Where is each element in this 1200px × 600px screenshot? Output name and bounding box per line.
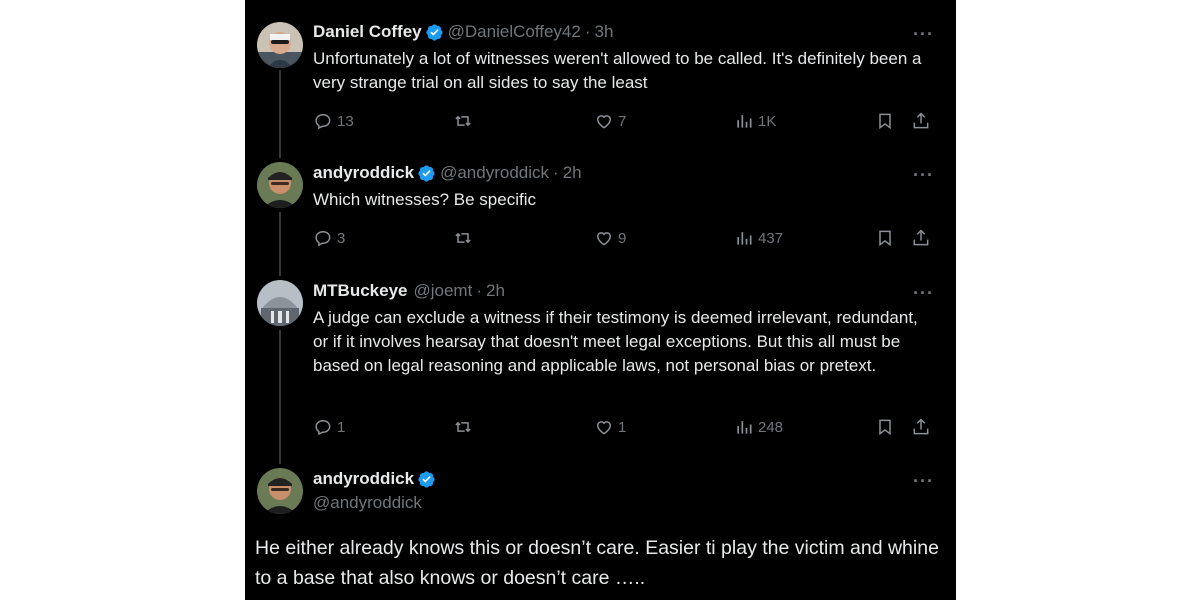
like-count: 7 — [618, 112, 627, 130]
avatar-mtbuckeye[interactable] — [257, 280, 303, 326]
main-tweet-text: He either already knows this or doesn’t … — [255, 537, 939, 589]
tweet-actions: 13 7 1K — [313, 111, 943, 135]
share-icon — [913, 418, 929, 435]
like-icon — [596, 421, 612, 435]
reply-button[interactable]: 1 — [313, 417, 345, 437]
retweet-button[interactable] — [453, 228, 477, 248]
views-button[interactable]: 1K — [734, 111, 776, 131]
reply-icon — [315, 230, 331, 247]
share-button[interactable] — [911, 111, 935, 131]
tweet-text: Which witnesses? Be specific — [313, 190, 536, 209]
verified-badge-icon — [417, 164, 436, 183]
author-handle[interactable]: @andyroddick — [440, 163, 549, 183]
tweet-header: andyroddick — [313, 469, 440, 489]
views-button[interactable]: 437 — [734, 228, 783, 248]
more-icon[interactable]: ··· — [913, 283, 934, 304]
like-count: 1 — [618, 418, 627, 436]
views-count: 437 — [758, 229, 784, 247]
reply-button[interactable]: 3 — [313, 228, 345, 248]
retweet-icon — [455, 115, 471, 127]
tweet-actions: 1 1 248 — [313, 417, 943, 441]
bookmark-icon — [879, 113, 891, 130]
author-handle[interactable]: @andyroddick — [313, 493, 422, 513]
reply-icon — [315, 113, 331, 130]
reply-tweet-andyroddick[interactable]: andyroddick @andyroddick · 2h ··· Which … — [245, 150, 956, 268]
timestamp[interactable]: 2h — [563, 163, 582, 183]
verified-badge-icon — [417, 470, 436, 489]
reply-count: 13 — [337, 112, 354, 130]
author-handle[interactable]: @joemt — [413, 281, 472, 301]
views-button[interactable]: 248 — [734, 417, 783, 437]
views-icon — [737, 232, 752, 245]
tweet-actions: 3 9 437 — [313, 228, 943, 252]
tweet-header: Daniel Coffey @DanielCoffey42 · 3h — [313, 22, 613, 42]
retweet-button[interactable] — [453, 417, 477, 437]
timestamp[interactable]: 3h — [595, 22, 614, 42]
more-icon[interactable]: ··· — [913, 165, 934, 186]
retweet-button[interactable] — [453, 111, 477, 131]
tweet-header: andyroddick @andyroddick · 2h — [313, 163, 582, 183]
tweet-handle-row: @andyroddick — [313, 493, 422, 513]
avatar-andyroddick[interactable] — [257, 162, 303, 208]
retweet-icon — [455, 232, 471, 244]
tweet-text: A judge can exclude a witness if their t… — [313, 308, 918, 375]
views-icon — [737, 421, 752, 434]
conversation-thread: Daniel Coffey @DanielCoffey42 · 3h ··· U… — [245, 0, 956, 600]
tweet-header: MTBuckeye @joemt · 2h — [313, 281, 505, 301]
reply-tweet-mtbuckeye[interactable]: MTBuckeye @joemt · 2h ··· A judge can ex… — [245, 268, 956, 456]
share-icon — [913, 229, 929, 246]
views-count: 1K — [758, 112, 777, 130]
share-button[interactable] — [911, 417, 935, 437]
like-button[interactable]: 9 — [594, 228, 626, 248]
separator: · — [553, 163, 559, 182]
bookmark-icon — [879, 230, 891, 247]
verified-badge-icon — [425, 23, 444, 42]
reply-count: 1 — [337, 418, 346, 436]
author-name[interactable]: Daniel Coffey — [313, 22, 422, 42]
reply-icon — [315, 419, 331, 436]
bookmark-button[interactable] — [875, 111, 899, 131]
timestamp[interactable]: 2h — [486, 281, 505, 301]
avatar-daniel-coffey[interactable] — [257, 22, 303, 68]
author-name[interactable]: andyroddick — [313, 163, 414, 183]
like-count: 9 — [618, 229, 627, 247]
reply-button[interactable]: 13 — [313, 111, 354, 131]
like-icon — [596, 115, 612, 129]
author-handle[interactable]: @DanielCoffey42 — [448, 22, 581, 42]
retweet-icon — [455, 421, 471, 433]
avatar-andyroddick[interactable] — [257, 468, 303, 514]
bookmark-icon — [879, 419, 891, 436]
separator: · — [584, 22, 591, 41]
reply-count: 3 — [337, 229, 346, 247]
tweet-text: Unfortunately a lot of witnesses weren't… — [313, 49, 922, 92]
share-button[interactable] — [911, 228, 935, 248]
separator: · — [476, 281, 482, 300]
reply-tweet-daniel-coffey[interactable]: Daniel Coffey @DanielCoffey42 · 3h ··· U… — [245, 0, 956, 150]
author-name[interactable]: andyroddick — [313, 469, 414, 489]
like-button[interactable]: 1 — [594, 417, 626, 437]
more-icon[interactable]: ··· — [913, 471, 934, 492]
like-button[interactable]: 7 — [594, 111, 626, 131]
main-tweet-andyroddick: andyroddick @andyroddick ··· He either a… — [245, 456, 956, 600]
author-name[interactable]: MTBuckeye — [313, 281, 407, 301]
like-icon — [596, 232, 612, 246]
more-icon[interactable]: ··· — [913, 24, 934, 45]
views-count: 248 — [758, 418, 784, 436]
views-icon — [737, 115, 752, 128]
share-icon — [913, 112, 929, 129]
bookmark-button[interactable] — [875, 228, 899, 248]
bookmark-button[interactable] — [875, 417, 899, 437]
